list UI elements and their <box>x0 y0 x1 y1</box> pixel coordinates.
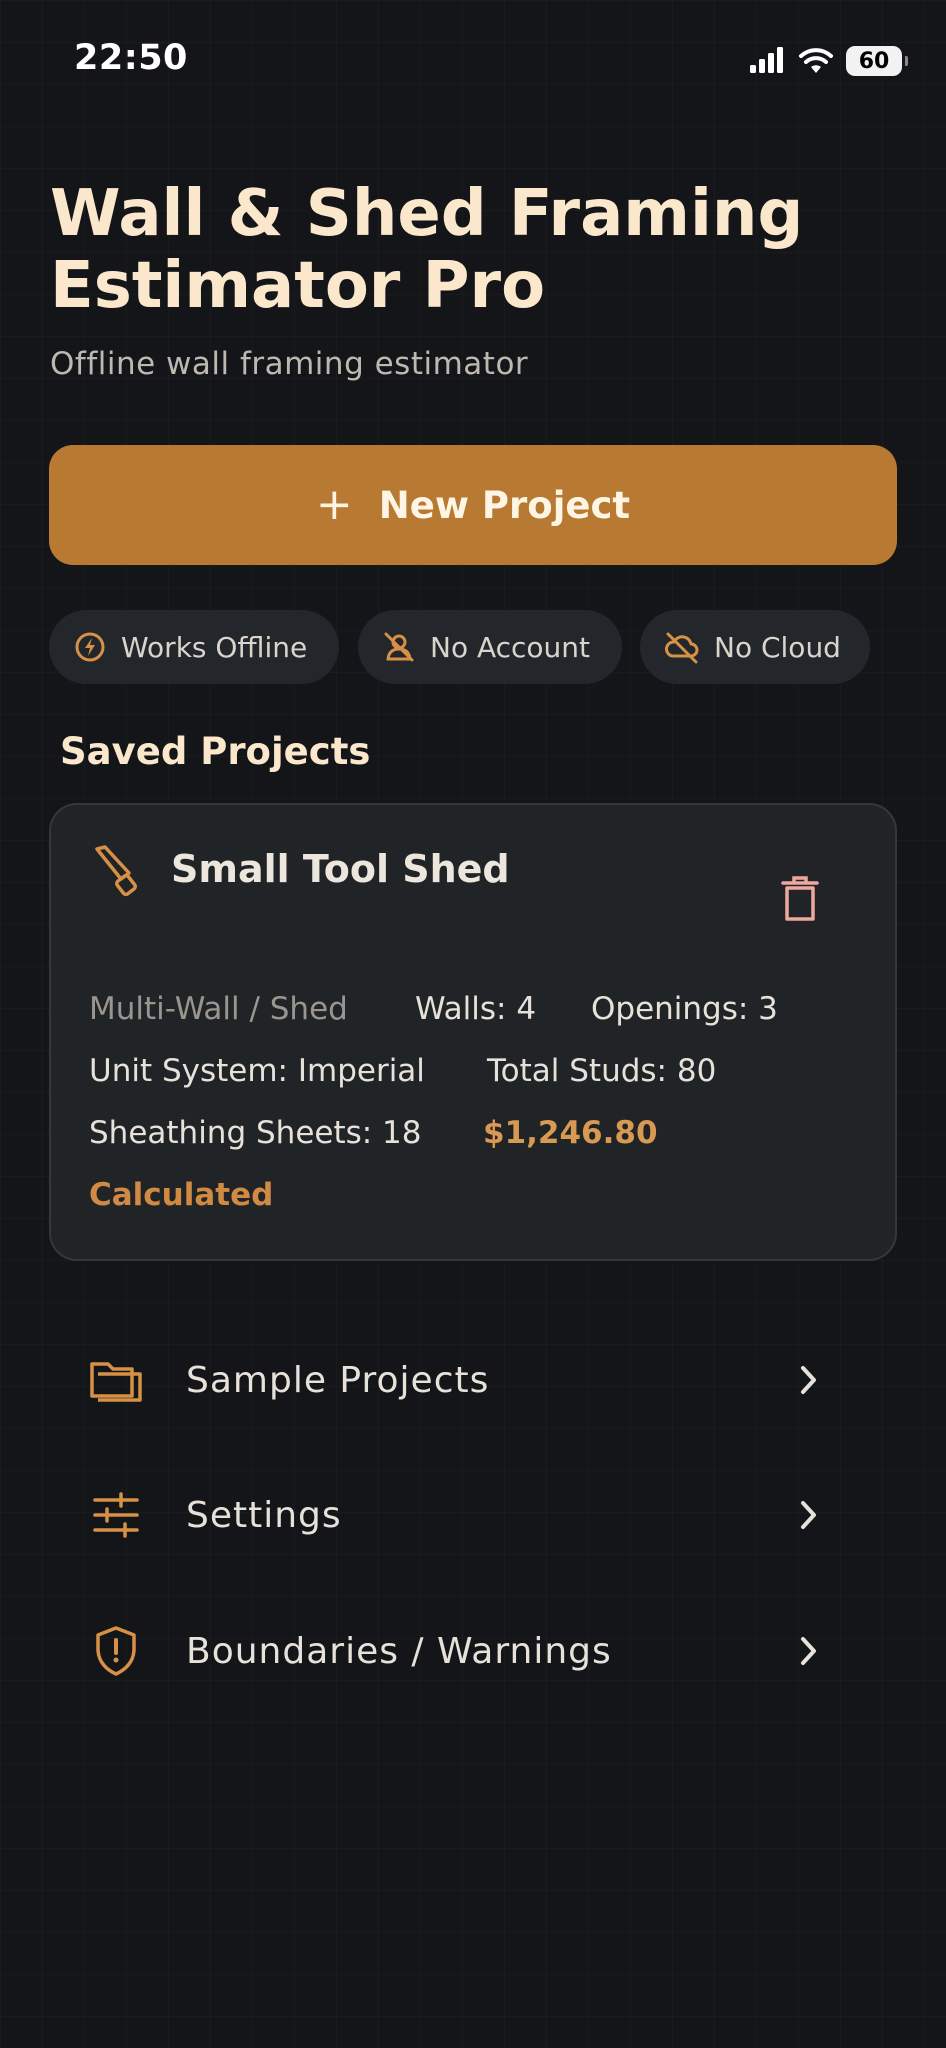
menu-boundaries-warnings[interactable]: Boundaries / Warnings <box>49 1596 897 1706</box>
chip-no-account: No Account <box>358 610 622 684</box>
project-name: Small Tool Shed <box>171 847 510 891</box>
chip-label: No Cloud <box>714 630 841 664</box>
app-title: Wall & Shed Framing Estimator Pro <box>50 177 804 323</box>
project-card[interactable]: Small Tool Shed Multi-Wall / Shed Walls:… <box>49 803 897 1261</box>
project-total-studs: Total Studs: 80 <box>487 1053 717 1089</box>
plus-icon: + <box>315 479 353 530</box>
chip-label: Works Offline <box>121 630 308 664</box>
project-sheathing: Sheathing Sheets: 18 <box>89 1115 422 1151</box>
project-unit-system: Unit System: Imperial <box>89 1053 425 1089</box>
folder-icon <box>87 1351 145 1409</box>
cloud-off-icon <box>665 632 699 664</box>
menu-label: Settings <box>186 1494 342 1536</box>
battery-indicator: 60 <box>846 46 908 76</box>
trash-icon[interactable] <box>781 875 819 923</box>
chip-works-offline: Works Offline <box>49 610 339 684</box>
status-icons: 60 <box>750 44 908 78</box>
project-type: Multi-Wall / Shed <box>89 991 348 1027</box>
sliders-icon <box>87 1486 145 1544</box>
chevron-right-icon <box>794 1360 824 1400</box>
chevron-right-icon <box>794 1495 824 1535</box>
user-off-icon <box>384 632 414 662</box>
shield-alert-icon <box>87 1622 145 1680</box>
menu-settings[interactable]: Settings <box>49 1460 897 1570</box>
chip-label: No Account <box>430 630 591 664</box>
menu-sample-projects[interactable]: Sample Projects <box>49 1325 897 1435</box>
saved-projects-heading: Saved Projects <box>60 730 371 773</box>
new-project-label: New Project <box>378 483 631 527</box>
new-project-button[interactable]: + New Project <box>49 445 897 565</box>
cellular-signal-icon <box>750 47 783 73</box>
status-time: 22:50 <box>74 38 188 78</box>
wifi-icon <box>799 48 833 73</box>
chevron-right-icon <box>794 1631 824 1671</box>
project-total-cost: $1,246.80 <box>483 1115 658 1151</box>
app-subtitle: Offline wall framing estimator <box>50 346 529 382</box>
chip-no-cloud: No Cloud <box>640 610 870 684</box>
saw-icon <box>95 845 137 897</box>
project-openings: Openings: 3 <box>591 991 778 1027</box>
menu-label: Boundaries / Warnings <box>186 1630 612 1672</box>
project-status: Calculated <box>89 1177 274 1213</box>
menu-label: Sample Projects <box>186 1359 490 1401</box>
project-walls: Walls: 4 <box>415 991 537 1027</box>
lightning-icon <box>75 632 105 662</box>
